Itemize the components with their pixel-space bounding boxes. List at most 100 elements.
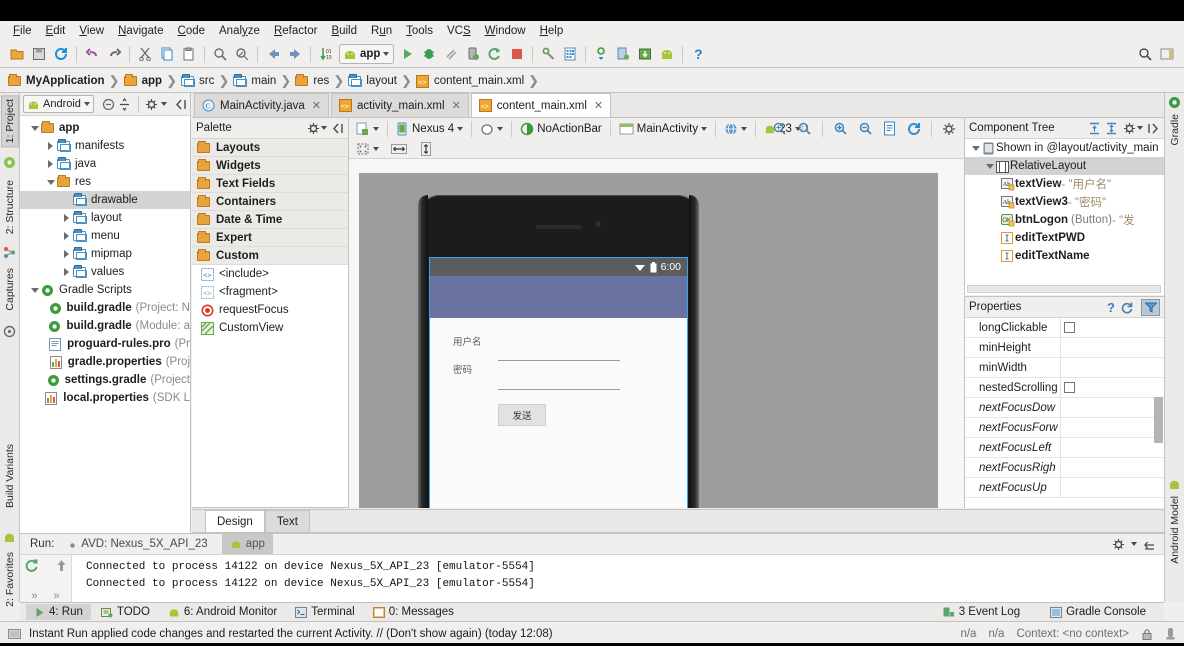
breadcrumb-item-app[interactable]: app (122, 73, 164, 88)
chevron-down-icon[interactable] (321, 126, 327, 130)
rerun-icon[interactable] (24, 558, 39, 573)
tree-item-gradle-properties[interactable]: gradle.properties (Proj (20, 353, 190, 371)
edittext-name-underline[interactable] (498, 360, 620, 361)
chevron-down-icon[interactable] (983, 163, 996, 169)
tree-item-app[interactable]: app (20, 119, 190, 137)
chevron-down-icon[interactable] (373, 127, 379, 131)
chevron-down-icon[interactable] (741, 127, 748, 131)
menu-item-code[interactable]: Code (171, 23, 213, 40)
bottom-tab-messages[interactable]: 0: Messages (365, 604, 462, 620)
layout-settings-icon[interactable] (1156, 43, 1178, 65)
blueprint-toggle-icon[interactable] (352, 140, 383, 159)
layout-content-area[interactable]: 用户名 密码 发送 (430, 318, 687, 508)
run-configuration-selector[interactable]: app (339, 44, 395, 64)
expand-more-2-icon[interactable]: » (54, 590, 60, 602)
breadcrumb-item-layout[interactable]: layout (346, 73, 399, 88)
copy-icon[interactable] (156, 43, 178, 65)
chevron-down-icon[interactable] (701, 127, 708, 131)
checkbox[interactable] (1064, 382, 1075, 393)
restore-icon[interactable] (1121, 301, 1135, 314)
hide-panel-icon[interactable] (174, 98, 187, 111)
chevron-down-icon[interactable] (161, 102, 167, 106)
redo-icon[interactable] (103, 43, 125, 65)
gear-icon[interactable] (938, 119, 960, 138)
sidebar-item-favorites[interactable]: 2: Favorites (1, 549, 19, 610)
undo-icon[interactable] (81, 43, 103, 65)
paste-icon[interactable] (178, 43, 200, 65)
component-tree-row-relativelayout[interactable]: RelativeLayout (965, 157, 1164, 175)
property-value[interactable] (1061, 478, 1164, 497)
menu-item-run[interactable]: Run (364, 23, 399, 40)
device-canvas[interactable]: 6:00 用户名 密码 发送 (359, 173, 938, 508)
help-icon[interactable]: ? (687, 43, 709, 65)
theme-selector[interactable]: NoActionBar (516, 120, 606, 139)
component-tree-row-btnlogon[interactable]: OK btnLogon (Button) - "发 (965, 211, 1164, 229)
sidebar-item-android-model[interactable]: Android Model (1166, 493, 1184, 567)
component-tree-row-textview3[interactable]: Ab textView3 - "密码" (965, 193, 1164, 211)
chevron-down-icon[interactable] (1131, 542, 1137, 546)
device-selector[interactable]: Nexus 4 (392, 120, 467, 139)
hide-panel-icon[interactable] (331, 122, 344, 135)
breadcrumb-item-res[interactable]: res (293, 73, 331, 88)
tree-item-build-gradle-project[interactable]: build.gradle (Project: N (20, 299, 190, 317)
zoom-actual-icon[interactable]: 1:1 (793, 119, 816, 138)
component-tree-row-textview[interactable]: Ab textView - "用户名" (965, 175, 1164, 193)
tree-item-manifests[interactable]: manifests (20, 137, 190, 155)
zoom-out-icon[interactable] (854, 119, 877, 138)
component-tree-row-edittextpwd[interactable]: editTextPWD (965, 229, 1164, 247)
sync-icon[interactable] (50, 43, 72, 65)
expand-horizontal-icon[interactable] (387, 140, 411, 159)
forward-icon[interactable] (284, 43, 306, 65)
palette-item-requestfocus[interactable]: requestFocus (192, 301, 348, 319)
collapse-all-icon[interactable] (102, 98, 115, 111)
tree-item-res[interactable]: res (20, 173, 190, 191)
tree-item-values[interactable]: values (20, 263, 190, 281)
find-replace-icon[interactable] (231, 43, 253, 65)
bottom-tab-todo[interactable]: TODO (93, 604, 158, 620)
sdk-manager-icon[interactable] (537, 43, 559, 65)
chevron-down-icon[interactable] (457, 127, 464, 131)
tree-item-drawable[interactable]: drawable (20, 191, 190, 209)
button-send[interactable]: 发送 (498, 404, 546, 426)
property-row-nextfocusleft[interactable]: nextFocusLeft (965, 438, 1164, 458)
rerun-icon[interactable] (484, 43, 506, 65)
menu-item-tools[interactable]: Tools (399, 23, 440, 40)
chevron-down-icon[interactable] (969, 145, 982, 151)
property-row-nestedscrolling[interactable]: nestedScrolling (965, 378, 1164, 398)
expand-vertical-icon[interactable] (415, 140, 437, 159)
menu-item-window[interactable]: Window (478, 23, 533, 40)
palette-item-include[interactable]: <> <include> (192, 265, 348, 283)
palette-group-containers[interactable]: Containers (192, 193, 348, 211)
breadcrumb-item-src[interactable]: src (179, 73, 216, 88)
breadcrumb-item-content-main[interactable]: <> content_main.xml (414, 74, 526, 88)
tree-item-menu[interactable]: menu (20, 227, 190, 245)
menu-item-help[interactable]: Help (533, 23, 571, 40)
menu-item-refactor[interactable]: Refactor (267, 23, 324, 40)
tree-item-build-gradle-module[interactable]: build.gradle (Module: a (20, 317, 190, 335)
chevron-right-icon[interactable] (60, 214, 73, 222)
hide-panel-icon[interactable] (1147, 122, 1160, 135)
gear-icon[interactable] (307, 122, 320, 135)
menu-item-file[interactable]: FFileile (6, 23, 39, 40)
property-value[interactable] (1061, 398, 1164, 417)
component-tree-horizontal-scrollbar[interactable] (967, 285, 1161, 293)
chevron-down-icon[interactable] (1137, 126, 1143, 130)
chevron-down-icon[interactable] (83, 102, 90, 106)
chevron-down-icon[interactable] (28, 287, 41, 293)
menu-item-build[interactable]: Build (324, 23, 364, 40)
collapse-all-icon[interactable] (1105, 122, 1118, 135)
config-variants-button[interactable] (352, 120, 383, 139)
tree-item-gradle-scripts[interactable]: Gradle Scripts (20, 281, 190, 299)
property-value[interactable] (1061, 438, 1164, 457)
locale-selector[interactable] (720, 120, 751, 139)
tab-mainactivity-java[interactable]: C MainActivity.java ✕ (194, 93, 330, 117)
tab-activity-main-xml[interactable]: <> activity_main.xml ✕ (331, 93, 469, 117)
property-row-nextfocusup[interactable]: nextFocusUp (965, 478, 1164, 498)
sidebar-item-gradle[interactable]: Gradle (1166, 111, 1184, 149)
run-icon[interactable] (396, 43, 418, 65)
orientation-selector[interactable] (476, 120, 507, 139)
gear-icon[interactable] (145, 98, 158, 111)
device-monitor-icon[interactable] (612, 43, 634, 65)
run-tab-app[interactable]: app (221, 534, 273, 554)
menu-item-edit[interactable]: Edit (39, 23, 73, 40)
